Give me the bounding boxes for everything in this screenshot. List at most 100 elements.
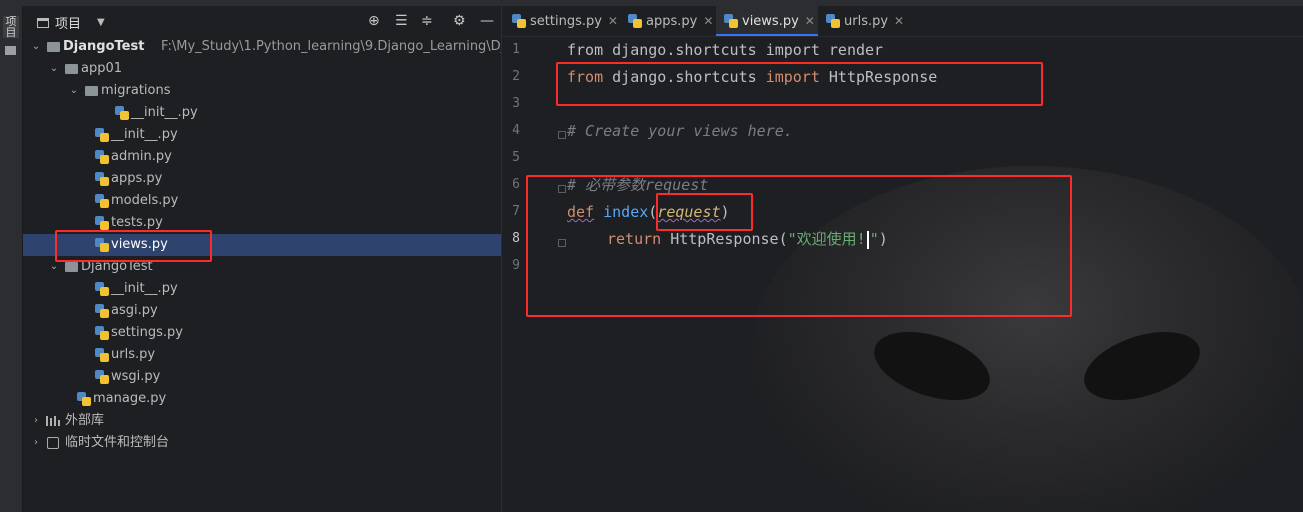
- tree-item-label: settings.py: [111, 325, 183, 340]
- fold-marker-icon[interactable]: [558, 131, 566, 139]
- code-token: from: [567, 41, 604, 59]
- tree-item[interactable]: ⌄ app01: [23, 58, 501, 80]
- folder-icon: [85, 86, 98, 96]
- tree-item-label: __init__.py: [111, 127, 178, 142]
- tree-item[interactable]: __init__.py: [23, 278, 501, 300]
- chevron-down-icon[interactable]: ⌄: [49, 58, 59, 80]
- locate-icon[interactable]: ⊕: [368, 13, 380, 29]
- python-file-icon: [95, 348, 109, 362]
- tree-item[interactable]: ⌄ migrations: [23, 80, 501, 102]
- tree-item[interactable]: __init__.py: [23, 124, 501, 146]
- python-file-icon: [628, 14, 642, 28]
- tree-item[interactable]: › 临时文件和控制台: [23, 432, 501, 454]
- chevron-down-icon[interactable]: ▼: [97, 17, 105, 28]
- tree-item-label: app01: [81, 61, 123, 76]
- line-number: 3: [512, 96, 520, 111]
- line-number: 4: [512, 123, 520, 138]
- tree-item[interactable]: urls.py: [23, 344, 501, 366]
- code-comment: # Create your views here.: [567, 122, 793, 140]
- tree-item-label: wsgi.py: [111, 369, 161, 384]
- code-line-4[interactable]: # Create your views here.: [567, 121, 793, 141]
- python-file-icon: [724, 14, 738, 28]
- project-panel-header: 项目 ▼ ⊕ ☰ ≑ ⚙ —: [23, 6, 501, 36]
- highlight-import-line: [556, 62, 1043, 106]
- tab-apps[interactable]: apps.py ✕: [626, 6, 716, 36]
- scratch-icon: [47, 437, 59, 449]
- python-file-icon: [95, 150, 109, 164]
- line-number: 9: [512, 258, 520, 273]
- highlight-view-function: [526, 175, 1072, 317]
- python-file-icon: [95, 304, 109, 318]
- tree-item-label: manage.py: [93, 391, 167, 406]
- gear-icon[interactable]: ⚙: [453, 13, 466, 29]
- tree-item-label: __init__.py: [111, 281, 178, 296]
- tree-item[interactable]: settings.py: [23, 322, 501, 344]
- tree-item-label: 临时文件和控制台: [65, 435, 170, 450]
- line-number: 5: [512, 150, 520, 165]
- chevron-right-icon[interactable]: ›: [31, 432, 41, 454]
- tab-label: apps.py: [646, 14, 698, 29]
- close-icon[interactable]: ✕: [805, 14, 815, 28]
- expand-all-icon[interactable]: ☰: [395, 13, 408, 29]
- tree-item[interactable]: manage.py: [23, 388, 501, 410]
- folder-icon: [65, 262, 78, 272]
- chevron-down-icon[interactable]: ⌄: [69, 80, 79, 102]
- folder-icon: [65, 64, 78, 74]
- highlight-request-param: [656, 193, 753, 231]
- tree-item[interactable]: wsgi.py: [23, 366, 501, 388]
- project-panel-title: 项目: [55, 17, 82, 32]
- hide-panel-icon[interactable]: —: [480, 13, 494, 29]
- chevron-right-icon[interactable]: ›: [31, 410, 41, 432]
- tree-item-label: urls.py: [111, 347, 156, 362]
- library-icon: [46, 416, 60, 426]
- mask-eye-left: [865, 318, 999, 414]
- tree-item-label: admin.py: [111, 149, 172, 164]
- tree-item[interactable]: __init__.py: [23, 102, 501, 124]
- python-file-icon: [95, 282, 109, 296]
- close-icon[interactable]: ✕: [703, 14, 713, 28]
- line-number-current: 8: [512, 231, 520, 246]
- tab-label: settings.py: [530, 14, 602, 29]
- close-icon[interactable]: ✕: [894, 14, 904, 28]
- tree-item[interactable]: ⌄ DjangoTest F:\My_Study\1.Python_learning…: [23, 36, 501, 58]
- tree-item-label: migrations: [101, 83, 171, 98]
- folder-icon: [47, 42, 60, 52]
- structure-tool-icon[interactable]: [5, 46, 16, 55]
- tree-item[interactable]: › 外部库: [23, 410, 501, 432]
- tree-item[interactable]: models.py: [23, 190, 501, 212]
- python-file-icon: [115, 106, 129, 120]
- tab-label: urls.py: [844, 14, 889, 29]
- tree-item[interactable]: asgi.py: [23, 300, 501, 322]
- line-number: 2: [512, 69, 520, 84]
- python-file-icon: [95, 370, 109, 384]
- python-file-icon: [77, 392, 91, 406]
- line-number: 7: [512, 204, 520, 219]
- tree-item-label: asgi.py: [111, 303, 158, 318]
- code-token: render: [828, 41, 884, 59]
- tree-item[interactable]: apps.py: [23, 168, 501, 190]
- python-file-icon: [95, 194, 109, 208]
- editor-tabs: settings.py ✕ apps.py ✕ views.py ✕ urls.py ✕: [502, 6, 1303, 37]
- tree-item-label: models.py: [111, 193, 179, 208]
- tree-item-label: DjangoTest: [63, 39, 145, 54]
- chevron-down-icon[interactable]: ⌄: [31, 36, 41, 58]
- collapse-all-icon[interactable]: ≑: [421, 13, 433, 29]
- python-file-icon: [95, 128, 109, 142]
- close-icon[interactable]: ✕: [608, 14, 618, 28]
- code-line-1[interactable]: from django.shortcuts import render: [567, 40, 883, 60]
- project-view-selector[interactable]: 项目 ▼: [37, 13, 105, 32]
- tree-item-label: 外部库: [65, 413, 105, 428]
- tree-item[interactable]: admin.py: [23, 146, 501, 168]
- code-token: import: [765, 41, 820, 59]
- line-number: 6: [512, 177, 520, 192]
- tab-views[interactable]: views.py ✕: [716, 6, 818, 36]
- project-path: F:\My_Study\1.Python_learning\9.Django_L…: [161, 39, 502, 54]
- project-panel: 项目 ▼ ⊕ ☰ ≑ ⚙ — ⌄ DjangoTest F:\My_Study\1.…: [23, 6, 502, 512]
- code-editor: settings.py ✕ apps.py ✕ views.py ✕ urls.py ✕…: [502, 6, 1303, 512]
- tab-urls[interactable]: urls.py ✕: [824, 6, 914, 36]
- tab-label: views.py: [742, 14, 799, 29]
- python-file-icon: [95, 216, 109, 230]
- project-tool-tab[interactable]: 项目: [3, 16, 19, 38]
- highlight-views-file: [55, 230, 212, 262]
- tab-settings[interactable]: settings.py ✕: [510, 6, 618, 36]
